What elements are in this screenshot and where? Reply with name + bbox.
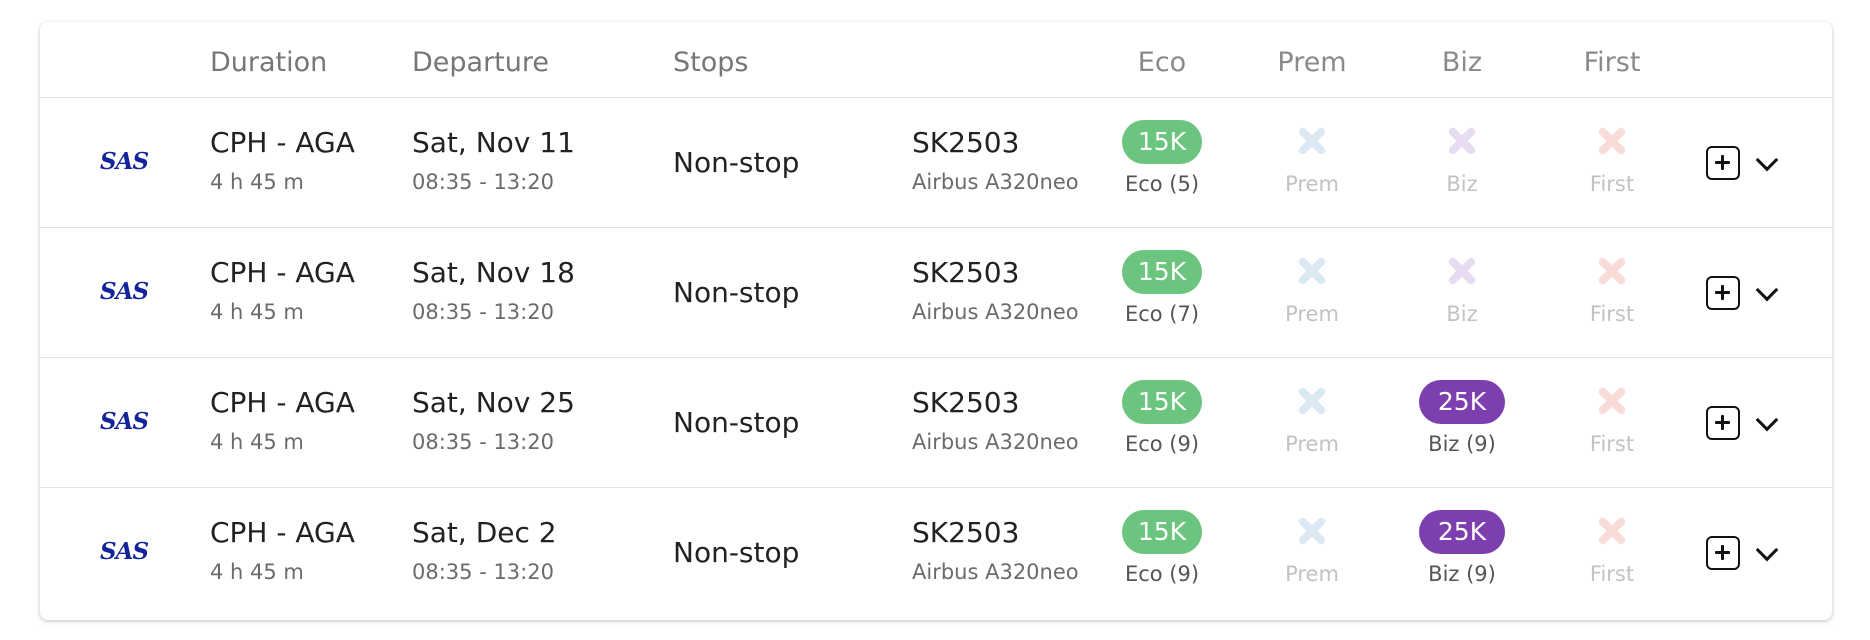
biz-unavailable-label: Biz <box>1446 302 1478 326</box>
prem-unavailable-label: Prem <box>1285 302 1339 326</box>
departure-date: Sat, Nov 18 <box>412 256 575 289</box>
prem-unavailable-x-icon <box>1297 386 1327 416</box>
header-first: First <box>1583 47 1641 78</box>
flight-results-table: Duration Departure Stops Eco Prem Biz Fi… <box>40 22 1832 620</box>
first-unavailable-label: First <box>1589 432 1635 456</box>
flight-number: SK2503 <box>912 516 1020 549</box>
departure-times: 08:35 - 13:20 <box>412 560 554 584</box>
prem-unavailable-label: Prem <box>1285 562 1339 586</box>
flight-duration: 4 h 45 m <box>210 300 304 324</box>
biz-availability-label: Biz (9) <box>1428 432 1496 456</box>
add-icon[interactable] <box>1706 276 1740 310</box>
table-row[interactable]: SAS CPH - AGA 4 h 45 m Sat, Nov 18 08:35… <box>40 228 1832 358</box>
route: CPH - AGA <box>210 386 355 419</box>
add-icon[interactable] <box>1706 406 1740 440</box>
biz-price-pill[interactable]: 25K <box>1419 380 1505 424</box>
eco-availability-label: Eco (9) <box>1124 432 1200 456</box>
airline-logo: SAS <box>100 278 149 305</box>
header-stops: Stops <box>673 47 749 78</box>
departure-date: Sat, Nov 11 <box>412 126 575 159</box>
first-unavailable-x-icon <box>1597 386 1627 416</box>
first-unavailable-label: First <box>1589 172 1635 196</box>
header-prem: Prem <box>1277 47 1347 78</box>
aircraft: Airbus A320neo <box>912 300 1079 324</box>
aircraft: Airbus A320neo <box>912 430 1079 454</box>
eco-price-pill[interactable]: 15K <box>1122 120 1202 164</box>
stops: Non-stop <box>673 146 800 179</box>
eco-availability-label: Eco (5) <box>1124 172 1200 196</box>
table-row[interactable]: SAS CPH - AGA 4 h 45 m Sat, Nov 25 08:35… <box>40 358 1832 488</box>
airline-logo: SAS <box>100 148 149 175</box>
first-unavailable-label: First <box>1589 302 1635 326</box>
prem-unavailable-x-icon <box>1297 126 1327 156</box>
header-duration: Duration <box>210 47 328 78</box>
route: CPH - AGA <box>210 516 355 549</box>
aircraft: Airbus A320neo <box>912 170 1079 194</box>
flight-number: SK2503 <box>912 256 1020 289</box>
airline-logo: SAS <box>100 408 149 435</box>
table-header: Duration Departure Stops Eco Prem Biz Fi… <box>40 22 1832 98</box>
prem-unavailable-x-icon <box>1297 256 1327 286</box>
prem-unavailable-label: Prem <box>1285 172 1339 196</box>
biz-unavailable-x-icon <box>1447 256 1477 286</box>
header-biz: Biz <box>1441 47 1483 78</box>
flight-duration: 4 h 45 m <box>210 560 304 584</box>
departure-times: 08:35 - 13:20 <box>412 170 554 194</box>
flight-number: SK2503 <box>912 126 1020 159</box>
aircraft: Airbus A320neo <box>912 560 1079 584</box>
first-unavailable-x-icon <box>1597 516 1627 546</box>
first-unavailable-label: First <box>1589 562 1635 586</box>
departure-times: 08:35 - 13:20 <box>412 430 554 454</box>
stops: Non-stop <box>673 406 800 439</box>
header-eco: Eco <box>1137 47 1187 78</box>
add-icon[interactable] <box>1706 536 1740 570</box>
prem-unavailable-x-icon <box>1297 516 1327 546</box>
eco-price-pill[interactable]: 15K <box>1122 510 1202 554</box>
stops: Non-stop <box>673 276 800 309</box>
eco-availability-label: Eco (7) <box>1124 302 1200 326</box>
eco-price-pill[interactable]: 15K <box>1122 380 1202 424</box>
first-unavailable-x-icon <box>1597 126 1627 156</box>
flight-number: SK2503 <box>912 386 1020 419</box>
biz-price-pill[interactable]: 25K <box>1419 510 1505 554</box>
chevron-down-icon[interactable] <box>1755 278 1779 302</box>
chevron-down-icon[interactable] <box>1755 408 1779 432</box>
prem-unavailable-label: Prem <box>1285 432 1339 456</box>
departure-times: 08:35 - 13:20 <box>412 300 554 324</box>
chevron-down-icon[interactable] <box>1755 148 1779 172</box>
eco-availability-label: Eco (9) <box>1124 562 1200 586</box>
route: CPH - AGA <box>210 126 355 159</box>
table-row[interactable]: SAS CPH - AGA 4 h 45 m Sat, Dec 2 08:35 … <box>40 488 1832 618</box>
add-icon[interactable] <box>1706 146 1740 180</box>
stops: Non-stop <box>673 536 800 569</box>
table-row[interactable]: SAS CPH - AGA 4 h 45 m Sat, Nov 11 08:35… <box>40 98 1832 228</box>
departure-date: Sat, Dec 2 <box>412 516 557 549</box>
biz-unavailable-x-icon <box>1447 126 1477 156</box>
biz-unavailable-label: Biz <box>1446 172 1478 196</box>
first-unavailable-x-icon <box>1597 256 1627 286</box>
flight-duration: 4 h 45 m <box>210 170 304 194</box>
airline-logo: SAS <box>100 538 149 565</box>
chevron-down-icon[interactable] <box>1755 538 1779 562</box>
biz-availability-label: Biz (9) <box>1428 562 1496 586</box>
departure-date: Sat, Nov 25 <box>412 386 575 419</box>
header-departure: Departure <box>412 47 550 78</box>
flight-duration: 4 h 45 m <box>210 430 304 454</box>
eco-price-pill[interactable]: 15K <box>1122 250 1202 294</box>
route: CPH - AGA <box>210 256 355 289</box>
